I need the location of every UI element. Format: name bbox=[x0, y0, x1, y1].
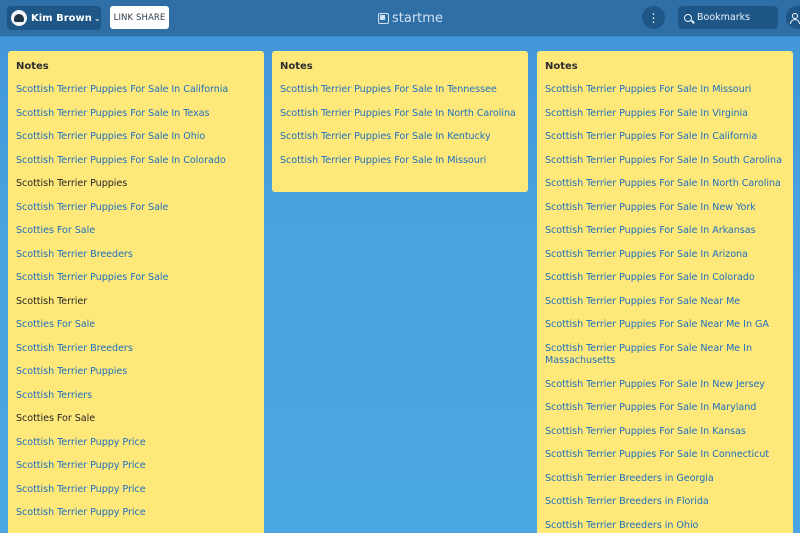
bookmark-link[interactable]: Scottish Terrier Puppies For Sale In Ark… bbox=[545, 221, 785, 245]
bookmark-link[interactable]: Scottish Terrier Puppies For Sale In Sou… bbox=[545, 151, 785, 175]
notes-widget: Notes Scottish Terrier Puppies For Sale … bbox=[537, 51, 793, 533]
bookmark-link[interactable]: Scottish Terrier Puppies For Sale In Nor… bbox=[545, 174, 785, 198]
bookmark-link[interactable]: Scottish Terrier Breeders bbox=[16, 245, 256, 269]
bookmark-link[interactable]: Scottish Terrier Puppies For Sale In Cal… bbox=[16, 80, 256, 104]
bookmark-link[interactable]: Scottish Terrier Puppies For Sale bbox=[16, 198, 256, 222]
bookmark-link[interactable]: Scottish Terrier Puppies For Sale In Ohi… bbox=[16, 127, 256, 151]
bookmark-link[interactable]: Scottish Terriers bbox=[16, 386, 256, 410]
bookmark-link[interactable]: Scottish Terrier Puppies For Sale In Nor… bbox=[280, 104, 520, 128]
bookmark-link[interactable]: Scottish Terrier Breeders in Georgia bbox=[545, 469, 785, 493]
bookmark-link[interactable]: Scottish Terrier Puppies For Sale In Mis… bbox=[280, 151, 520, 175]
bookmark-link[interactable]: Scottish Terrier Puppies For Sale In Cal… bbox=[545, 127, 785, 151]
user-menu-button[interactable]: Kim Brown ⌄ bbox=[7, 6, 101, 30]
bookmark-link[interactable]: Scottish Terrier Puppy Price bbox=[16, 433, 256, 457]
bookmark-link[interactable]: Scottish Terrier Breeders in Florida bbox=[545, 492, 785, 516]
more-options-button[interactable]: ⋮ bbox=[642, 6, 665, 29]
top-bar: Kim Brown ⌄ LINK SHARE startme ⋮ Bookmar… bbox=[0, 0, 800, 36]
widget-title: Notes bbox=[16, 61, 49, 72]
bookmark-link[interactable]: Scottish Terrier Puppies For Sale In Ari… bbox=[545, 245, 785, 269]
notes-widget: Notes Scottish Terrier Puppies For Sale … bbox=[8, 51, 264, 533]
startme-logo[interactable]: startme bbox=[378, 10, 443, 26]
widget-title: Notes bbox=[280, 61, 313, 72]
search-icon bbox=[684, 13, 692, 22]
logo-icon bbox=[378, 12, 389, 24]
bookmark-link[interactable]: Scottish Terrier Puppy Price bbox=[16, 480, 256, 504]
bookmark-link[interactable]: Scottish Terrier Puppies For Sale In New… bbox=[545, 198, 785, 222]
bookmark-link[interactable]: Scottish Terrier Puppies For Sale In Kan… bbox=[545, 422, 785, 446]
bookmark-link[interactable]: Scottish Terrier Puppies For Sale In Mar… bbox=[545, 398, 785, 422]
bookmark-link[interactable]: Scottish Terrier Puppies bbox=[16, 362, 256, 386]
notes-list: Scottish Terrier Puppies For Sale In Cal… bbox=[16, 80, 256, 527]
bookmark-link[interactable]: Scottish Terrier Puppies For Sale In Con… bbox=[545, 445, 785, 469]
profile-button[interactable] bbox=[786, 6, 800, 29]
notes-list: Scottish Terrier Puppies For Sale In Mis… bbox=[545, 80, 785, 533]
link-share-button[interactable]: LINK SHARE bbox=[110, 6, 169, 29]
search-placeholder: Bookmarks bbox=[697, 12, 751, 23]
bookmark-link[interactable]: Scottish Terrier Puppies For Sale Near M… bbox=[545, 292, 785, 316]
logo-text: startme bbox=[392, 10, 443, 26]
bookmark-link[interactable]: Scottish Terrier Breeders bbox=[16, 339, 256, 363]
bookmark-link[interactable]: Scottish Terrier Puppies For Sale In Vir… bbox=[545, 104, 785, 128]
widget-title: Notes bbox=[545, 61, 578, 72]
user-icon bbox=[790, 13, 800, 24]
user-name: Kim Brown bbox=[31, 12, 92, 24]
bookmark-link[interactable]: Scottish Terrier Puppies For Sale In Tex… bbox=[16, 104, 256, 128]
note-text: Scottish Terrier bbox=[16, 295, 88, 307]
kebab-menu-icon: ⋮ bbox=[647, 10, 660, 25]
notes-widget: Notes Scottish Terrier Puppies For Sale … bbox=[272, 51, 528, 192]
bookmark-link[interactable]: Scottish Terrier Puppies For Sale In Mis… bbox=[545, 80, 785, 104]
bookmark-link[interactable]: Scottish Terrier Puppies For Sale In Col… bbox=[16, 151, 256, 175]
notes-list: Scottish Terrier Puppies For Sale In Ten… bbox=[280, 80, 520, 174]
bookmark-link[interactable]: Scottish Terrier Puppies For Sale In Ten… bbox=[280, 80, 520, 104]
bookmarks-search-input[interactable]: Bookmarks bbox=[678, 6, 778, 29]
bookmark-link[interactable]: Scottish Terrier Breeders in Ohio bbox=[545, 516, 785, 533]
bookmark-link[interactable]: Scottish Terrier Puppies For Sale Near M… bbox=[545, 339, 785, 375]
avatar bbox=[11, 10, 27, 26]
chevron-down-icon: ⌄ bbox=[93, 13, 101, 23]
bookmark-link[interactable]: Scottish Terrier Puppy Price bbox=[16, 503, 256, 527]
bookmark-link[interactable]: Scottish Terrier Puppy Price bbox=[16, 456, 256, 480]
bookmark-link[interactable]: Scottish Terrier Puppies For Sale In New… bbox=[545, 375, 785, 399]
note-text: Scotties For Sale bbox=[16, 413, 96, 424]
bookmark-link[interactable]: Scottish Terrier Puppies For Sale Near M… bbox=[545, 315, 785, 339]
bookmark-link[interactable]: Scottish Terrier Puppies For Sale bbox=[16, 268, 256, 292]
bookmark-link[interactable]: Scottish Terrier Puppies For Sale In Col… bbox=[545, 268, 785, 292]
bookmark-link[interactable]: Scotties For Sale bbox=[16, 221, 256, 245]
note-text: Scottish Terrier Puppies bbox=[16, 178, 128, 189]
bookmark-link[interactable]: Scotties For Sale bbox=[16, 315, 256, 339]
bookmark-link[interactable]: Scottish Terrier Puppies For Sale In Ken… bbox=[280, 127, 520, 151]
